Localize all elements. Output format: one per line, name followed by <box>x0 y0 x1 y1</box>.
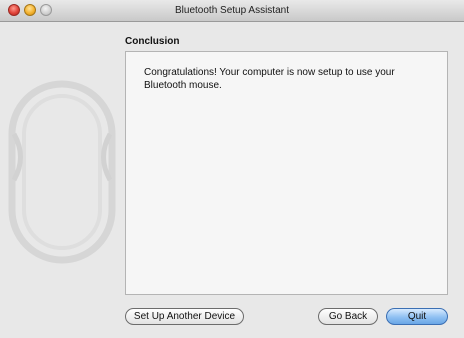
bluetooth-setup-window: Bluetooth Setup Assistant Conclusion Con… <box>0 0 464 338</box>
quit-button[interactable]: Quit <box>386 308 448 325</box>
go-back-button[interactable]: Go Back <box>318 308 378 325</box>
window-title: Bluetooth Setup Assistant <box>175 5 289 16</box>
bluetooth-mouse-icon <box>8 80 116 264</box>
set-up-another-device-button[interactable]: Set Up Another Device <box>125 308 244 325</box>
conclusion-heading: Conclusion <box>125 36 180 47</box>
conclusion-panel: Congratulations! Your computer is now se… <box>125 51 448 295</box>
title-bar[interactable]: Bluetooth Setup Assistant <box>0 0 464 22</box>
conclusion-message: Congratulations! Your computer is now se… <box>144 67 395 91</box>
